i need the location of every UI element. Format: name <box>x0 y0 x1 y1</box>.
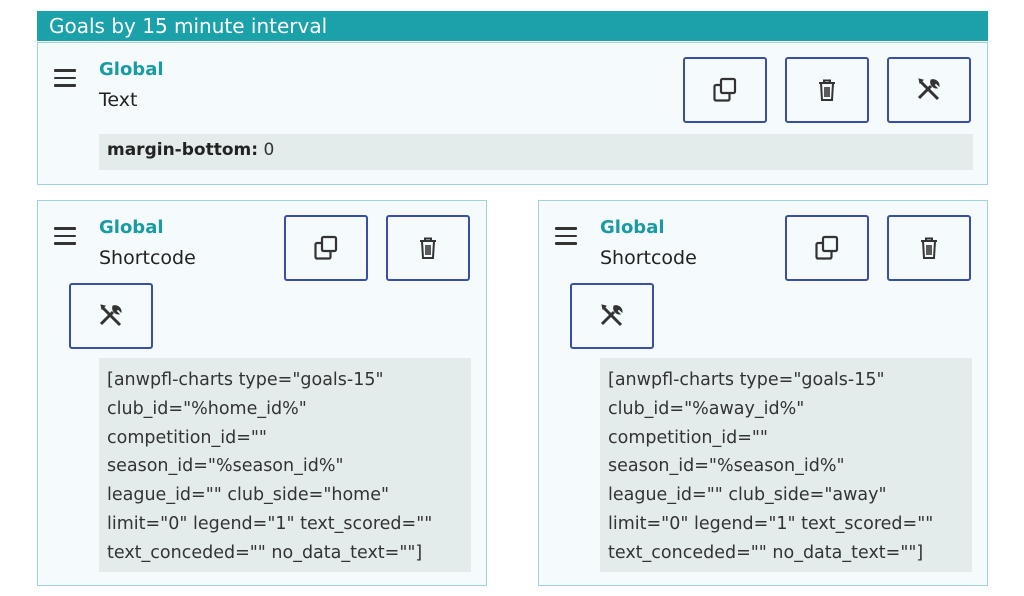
attribute-value: 0 <box>263 140 275 160</box>
shortcode-block-away: Global Shortcode [anwpfl-charts type="go… <box>538 200 988 586</box>
block-type-label: Text <box>99 89 138 111</box>
drag-handle-icon[interactable] <box>555 227 577 245</box>
text-block: Global Text margin-bottom: 0 <box>37 42 988 185</box>
block-kind-label: Global <box>99 59 164 80</box>
delete-button[interactable] <box>386 215 470 281</box>
copy-icon <box>815 235 839 260</box>
drag-handle-icon[interactable] <box>54 69 76 87</box>
attribute-row: margin-bottom: 0 <box>99 134 973 170</box>
trash-icon <box>420 237 436 259</box>
delete-button[interactable] <box>785 57 869 123</box>
tools-icon <box>99 304 122 327</box>
copy-icon <box>713 77 737 102</box>
block-type-label: Shortcode <box>600 247 697 269</box>
delete-button[interactable] <box>887 215 971 281</box>
settings-button[interactable] <box>69 283 153 349</box>
block-type-label: Shortcode <box>99 247 196 269</box>
drag-handle-icon[interactable] <box>54 227 76 245</box>
shortcode-block-home: Global Shortcode [anwpfl-charts type="go… <box>37 200 487 586</box>
trash-icon <box>921 237 937 259</box>
settings-button[interactable] <box>570 283 654 349</box>
copy-button[interactable] <box>683 57 767 123</box>
copy-button[interactable] <box>785 215 869 281</box>
tools-icon <box>917 78 940 101</box>
block-kind-label: Global <box>99 217 164 238</box>
attribute-key: margin-bottom: <box>107 140 259 160</box>
shortcode-text: [anwpfl-charts type="goals-15" club_id="… <box>600 358 972 572</box>
tools-icon <box>600 304 623 327</box>
copy-icon <box>314 235 338 260</box>
panel-title: Goals by 15 minute interval <box>37 11 988 41</box>
settings-button[interactable] <box>887 57 971 123</box>
trash-icon <box>819 79 835 101</box>
copy-button[interactable] <box>284 215 368 281</box>
shortcode-text: [anwpfl-charts type="goals-15" club_id="… <box>99 358 471 572</box>
block-kind-label: Global <box>600 217 665 238</box>
